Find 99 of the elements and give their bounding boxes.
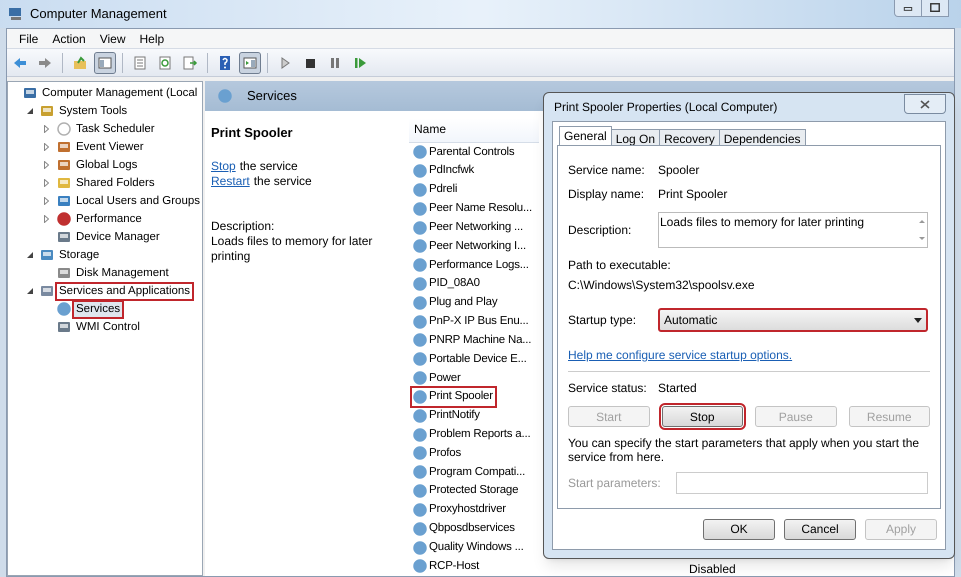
tree-item[interactable]: Services [74,302,122,316]
service-row[interactable]: Peer Name Resolu... [412,200,534,218]
service-row[interactable]: Peer Networking I... [412,238,528,255]
field-value: Print Spooler [658,186,728,203]
service-row[interactable]: Portable Device E... [412,350,529,368]
service-row[interactable]: Profos [412,444,464,462]
field-label: Startup type: [568,312,638,329]
dialog-button[interactable]: OK [703,518,775,540]
dropdown-arrow-icon [914,318,922,322]
refresh-icon [157,54,173,70]
toolbar-button[interactable] [94,52,116,74]
folder-up-icon [72,54,88,70]
service-row[interactable]: Performance Logs... [412,256,531,274]
service-row[interactable]: Protected Storage [412,482,520,500]
service-row[interactable]: PNRP Machine Na... [412,332,534,350]
expanded-arrow-icon[interactable] [27,108,33,114]
service-row[interactable]: Problem Reports a... [412,426,532,444]
collapsed-arrow-icon[interactable] [44,197,49,205]
tree-item[interactable]: WMI Control [74,320,142,334]
params-note: You can specify the start parameters that apply when you start the service from here. [568,436,920,464]
tree-item[interactable]: Event Viewer [74,140,146,154]
dialog-button[interactable]: Stop [662,406,743,427]
menu-item[interactable]: Help [134,30,170,48]
field-label: Service status: [568,380,648,397]
dialog-button[interactable]: Cancel [784,518,856,540]
service-row[interactable]: PdIncfwk [412,162,476,180]
tree-item[interactable]: Shared Folders [74,176,157,190]
service-name: Print Spooler [211,124,294,142]
tree-item[interactable]: Local Users and Groups [74,194,202,208]
service-row[interactable]: Qbposdbservices [412,520,517,538]
service-row[interactable]: Pdreli [412,181,460,198]
service-row[interactable]: Program Compati... [412,464,528,481]
help-icon [217,54,233,70]
collapsed-arrow-icon[interactable] [44,125,49,133]
panel-title: Services [247,87,297,106]
close-icon [920,100,930,108]
service-action-link[interactable]: Stop [211,158,236,174]
computer-icon [22,85,38,101]
service-row[interactable]: Print Spooler [412,388,495,406]
dialog-title: Print Spooler Properties (Local Computer) [554,99,778,116]
description-box[interactable]: Loads files to memory for later printing [658,212,928,248]
field-label: Display name: [568,186,646,203]
dialog-tab[interactable]: Log On [612,129,660,146]
maximize-icon[interactable] [922,0,949,17]
tree-item[interactable]: Storage [57,248,102,262]
field-value: Spooler [658,162,700,179]
tree-item[interactable]: Task Scheduler [74,122,157,136]
expanded-arrow-icon[interactable] [27,288,33,294]
service-row[interactable]: Quality Windows ... [412,538,526,556]
tree-item[interactable]: Services and Applications [57,284,192,298]
properties-icon [132,54,148,70]
export-list-icon [182,54,198,70]
collapsed-arrow-icon[interactable] [44,161,49,169]
path-value: C:\Windows\System32\spoolsv.exe [568,277,756,294]
collapsed-arrow-icon[interactable] [44,143,49,151]
tree-item[interactable]: Computer Management (Local [40,86,200,100]
table-cell-text: Disabled [689,561,736,577]
collapsed-arrow-icon[interactable] [44,179,49,187]
link-suffix: the service [240,158,298,174]
description-label: Description: [211,218,276,234]
service-row[interactable]: Peer Networking ... [412,218,525,236]
service-row[interactable]: Plug and Play [412,294,500,312]
expanded-arrow-icon[interactable] [27,252,33,258]
console-tree-icon [97,54,113,70]
service-row[interactable]: PrintNotify [412,407,482,424]
description-text: Loads files to memory for later printing [211,234,374,264]
help-link[interactable]: Help me configure service startup options. [568,346,792,364]
tree-item[interactable]: System Tools [57,104,130,118]
tree-item[interactable]: Performance [74,212,144,226]
service-row[interactable]: Proxyhostdriver [412,501,508,519]
service-row[interactable]: Parental Controls [412,144,516,161]
menu-item[interactable]: View [94,30,132,48]
minimize-icon[interactable] [894,0,922,17]
dialog-tab[interactable]: Recovery [660,129,720,146]
service-row[interactable]: Power [412,370,463,387]
field-label: Start parameters: [568,475,662,492]
window-title: Computer Management [30,5,167,24]
service-row[interactable]: PID_08A0 [412,275,482,293]
field-label: Path to executable: [568,257,672,274]
menu-item[interactable]: File [13,30,44,48]
close-button[interactable] [904,94,946,114]
menu-item[interactable]: Action [46,30,92,48]
app-icon [8,6,24,22]
action-pane-icon [242,54,258,70]
tree-item[interactable]: Global Logs [74,158,140,172]
service-row[interactable]: RCP-Host [412,558,482,576]
link-suffix: the service [254,174,312,188]
toolbar-button[interactable] [239,52,261,74]
dialog-tab[interactable]: General [559,126,612,146]
tree-item[interactable]: Disk Management [74,266,171,280]
field-value: Started [658,380,697,397]
dialog-tab[interactable]: Dependencies [720,129,806,146]
collapsed-arrow-icon[interactable] [44,215,49,223]
startup-type-dropdown[interactable]: Automatic [658,308,928,332]
service-action-link[interactable]: Restart [211,174,250,188]
field-label: Service name: [568,162,646,179]
tree-item[interactable]: Device Manager [74,230,162,244]
field-label: Description: [568,222,632,239]
service-row[interactable]: PnP-X IP Bus Enu... [412,313,531,330]
